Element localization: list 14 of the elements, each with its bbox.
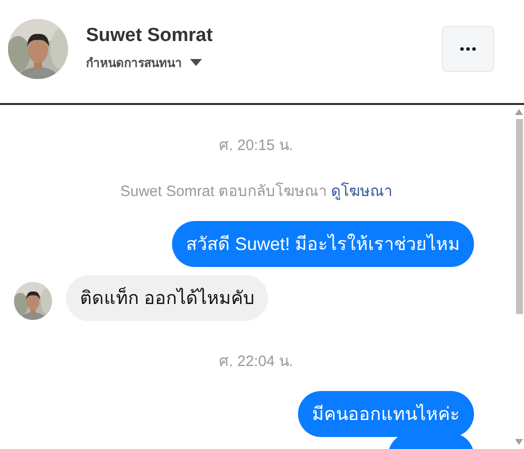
contact-name: Suwet Somrat bbox=[86, 25, 214, 47]
scrollbar-thumb[interactable] bbox=[516, 119, 522, 314]
message-bubble: สวัสดี Suwet! มีอะไรให้เราช่วยไหม bbox=[172, 221, 474, 267]
scroll-up-icon[interactable] bbox=[515, 109, 523, 115]
scroll-down-icon[interactable] bbox=[515, 439, 523, 445]
caret-icon bbox=[190, 59, 202, 66]
view-ad-link[interactable]: ดูโฆษณา bbox=[330, 183, 392, 200]
timestamp: ศ. 20:15 น. bbox=[218, 136, 294, 156]
notice-text: Suwet Somrat ตอบกลับโฆษณา bbox=[120, 183, 327, 200]
message-bubble: ติดแท็ก ออกได้ไหมคับ bbox=[66, 275, 268, 321]
timestamp: ศ. 22:04 น. bbox=[218, 352, 294, 372]
more-icon bbox=[460, 46, 476, 50]
message-bubble: มีคนออกแทนไหค่ะ bbox=[298, 391, 474, 437]
conversation-dropdown[interactable]: กำหนดการสนทนา bbox=[86, 53, 202, 72]
